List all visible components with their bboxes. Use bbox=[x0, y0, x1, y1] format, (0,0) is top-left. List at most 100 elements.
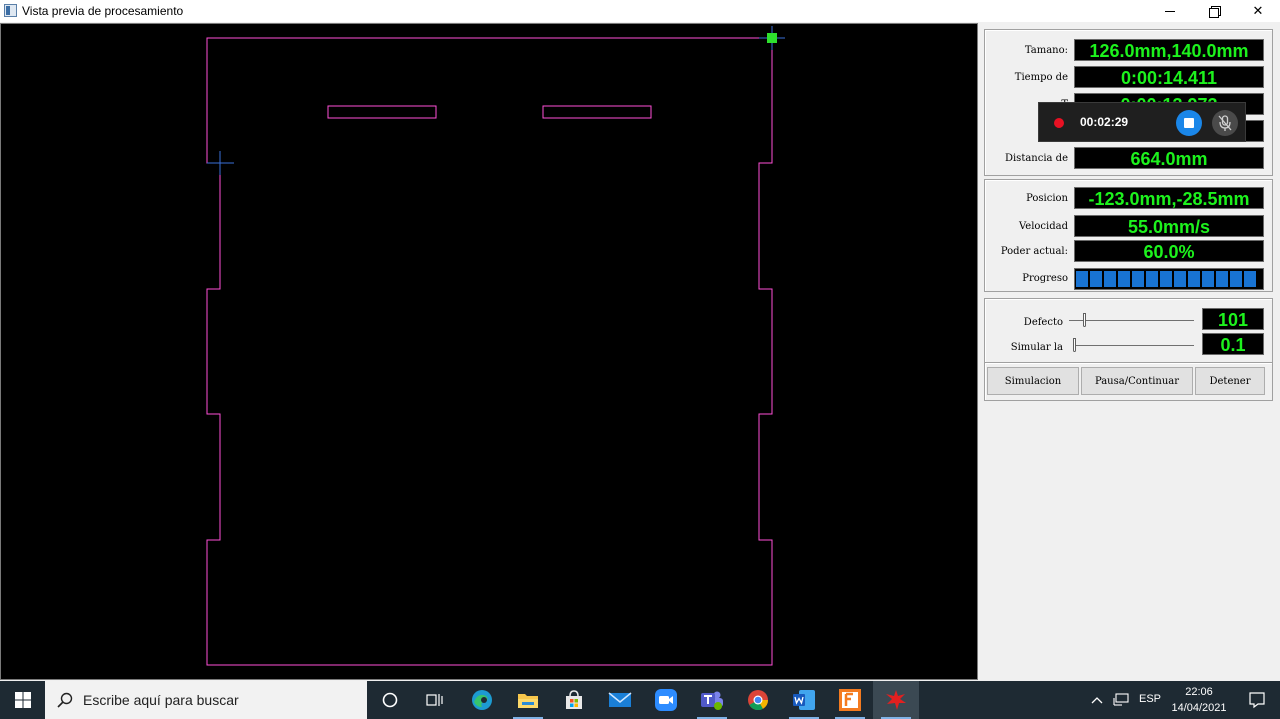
size-value: 126.0mm,140.0mm bbox=[1074, 39, 1264, 61]
progress-block bbox=[1202, 271, 1214, 287]
toolpath-drawing bbox=[206, 26, 785, 666]
windows-logo-icon bbox=[14, 692, 31, 708]
clock-time: 22:06 bbox=[1185, 686, 1213, 698]
progress-block bbox=[1076, 271, 1088, 287]
taskbar-laser-app[interactable] bbox=[873, 681, 919, 719]
zoom-icon bbox=[655, 689, 677, 711]
progress-block bbox=[1230, 271, 1242, 287]
simulate-slider-track[interactable] bbox=[1073, 345, 1194, 346]
close-icon: ✕ bbox=[1252, 3, 1264, 18]
input-language[interactable]: ESP bbox=[1139, 693, 1161, 705]
default-value: 101 bbox=[1202, 308, 1264, 330]
start-button[interactable] bbox=[0, 681, 45, 719]
window-title: Vista previa de procesamiento bbox=[22, 4, 184, 18]
taskbar-mail[interactable] bbox=[597, 681, 643, 719]
notifications-button[interactable] bbox=[1234, 681, 1280, 719]
default-label: Defecto bbox=[1023, 317, 1063, 328]
time-label: Tiempo de bbox=[1014, 72, 1068, 83]
chrome-icon bbox=[748, 690, 769, 711]
progress-block bbox=[1188, 271, 1200, 287]
progress-block bbox=[1090, 271, 1102, 287]
speed-value: 55.0mm/s bbox=[1074, 215, 1264, 237]
stop-recording-button[interactable] bbox=[1176, 110, 1202, 136]
title-bar: Vista previa de procesamiento ✕ bbox=[0, 0, 1280, 22]
slot-right bbox=[542, 105, 652, 119]
taskbar: Escribe aquí para buscar ESP 22:06 14/04… bbox=[0, 681, 1280, 719]
progress-bar bbox=[1074, 268, 1264, 290]
position-label: Posicion bbox=[1026, 193, 1068, 204]
laser-head-marker bbox=[767, 33, 777, 43]
teams-icon bbox=[701, 691, 723, 710]
restore-button[interactable] bbox=[1192, 0, 1236, 22]
simulate-slider-thumb[interactable] bbox=[1073, 338, 1076, 352]
chevron-up-icon bbox=[1091, 697, 1103, 704]
app-icon bbox=[4, 4, 17, 17]
progress-block bbox=[1160, 271, 1172, 287]
size-label: Tamano: bbox=[1024, 45, 1068, 56]
slider-group: Defecto 101 Simular la 0.1 bbox=[984, 298, 1273, 363]
progress-block bbox=[1174, 271, 1186, 287]
progress-block bbox=[1132, 271, 1144, 287]
preview-canvas[interactable] bbox=[0, 23, 978, 680]
progress-block bbox=[1244, 271, 1256, 287]
taskbar-store[interactable] bbox=[551, 681, 597, 719]
pause-continue-button[interactable]: Pausa/Continuar bbox=[1081, 367, 1193, 395]
stop-button[interactable]: Detener bbox=[1195, 367, 1265, 395]
word-icon bbox=[793, 690, 815, 710]
power-label: Poder actual: bbox=[1000, 246, 1068, 257]
taskbar-word[interactable] bbox=[781, 681, 827, 719]
progress-block bbox=[1118, 271, 1130, 287]
taskbar-fusion[interactable] bbox=[827, 681, 873, 719]
laser-app-icon bbox=[886, 690, 906, 710]
folder-icon bbox=[518, 694, 538, 708]
recording-time: 00:02:29 bbox=[1080, 115, 1129, 129]
record-indicator-icon bbox=[1054, 118, 1064, 128]
default-slider-track[interactable] bbox=[1069, 320, 1194, 321]
speed-label: Velocidad bbox=[1018, 221, 1068, 232]
minimize-icon bbox=[1165, 10, 1175, 12]
cortana-button[interactable] bbox=[367, 681, 413, 719]
clock-date: 14/04/2021 bbox=[1171, 702, 1227, 714]
mic-muted-button[interactable] bbox=[1212, 110, 1238, 136]
taskbar-teams[interactable] bbox=[689, 681, 735, 719]
search-icon bbox=[57, 692, 73, 708]
recording-overlay: 00:02:29 bbox=[1038, 102, 1246, 142]
task-view-icon bbox=[426, 694, 443, 706]
simulate-button[interactable]: Simulacion bbox=[987, 367, 1079, 395]
cortana-icon bbox=[382, 692, 398, 708]
network-button[interactable] bbox=[1109, 681, 1133, 719]
progress-label: Progreso bbox=[1022, 273, 1068, 284]
search-input[interactable]: Escribe aquí para buscar bbox=[45, 681, 367, 719]
minimize-button[interactable] bbox=[1148, 0, 1192, 22]
progress-block bbox=[1104, 271, 1116, 287]
edge-icon bbox=[472, 690, 492, 710]
notification-icon bbox=[1249, 692, 1265, 709]
mic-off-icon bbox=[1218, 115, 1232, 131]
default-slider-thumb[interactable] bbox=[1083, 313, 1086, 327]
taskbar-chrome[interactable] bbox=[735, 681, 781, 719]
progress-block bbox=[1146, 271, 1158, 287]
motion-group: Posicion -123.0mm,-28.5mm Velocidad 55.0… bbox=[984, 179, 1273, 292]
network-icon bbox=[1113, 693, 1129, 706]
power-value: 60.0% bbox=[1074, 240, 1264, 262]
simulate-label: Simular la bbox=[1010, 342, 1063, 353]
outline-path bbox=[206, 37, 773, 666]
progress-block bbox=[1216, 271, 1228, 287]
taskbar-file-explorer[interactable] bbox=[505, 681, 551, 719]
search-placeholder: Escribe aquí para buscar bbox=[83, 692, 239, 708]
restore-icon bbox=[1209, 6, 1221, 18]
show-hidden-icons-button[interactable] bbox=[1087, 681, 1107, 719]
task-view-button[interactable] bbox=[412, 681, 458, 719]
taskbar-zoom[interactable] bbox=[643, 681, 689, 719]
distance-label: Distancia de bbox=[1004, 153, 1068, 164]
fusion-icon bbox=[839, 689, 861, 711]
mail-icon bbox=[608, 692, 632, 707]
store-icon bbox=[566, 690, 582, 709]
simulate-value: 0.1 bbox=[1202, 333, 1264, 355]
taskbar-edge[interactable] bbox=[459, 681, 505, 719]
position-value: -123.0mm,-28.5mm bbox=[1074, 187, 1264, 209]
close-button[interactable]: ✕ bbox=[1236, 0, 1280, 22]
time-value: 0:00:14.411 bbox=[1074, 66, 1264, 88]
button-group: Simulacion Pausa/Continuar Detener bbox=[984, 363, 1273, 401]
tray-clock[interactable]: 22:06 14/04/2021 bbox=[1170, 684, 1228, 716]
